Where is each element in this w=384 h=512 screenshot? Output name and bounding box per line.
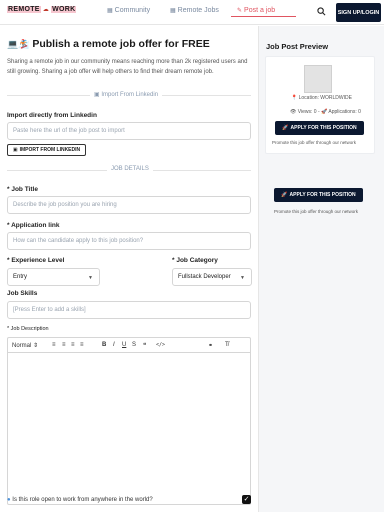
applications-count: Applications: 0 <box>328 109 361 115</box>
chevron-down-icon: ▼ <box>240 275 245 281</box>
bold-icon[interactable]: B <box>102 342 106 348</box>
job-description-label: * Job Description <box>7 326 49 332</box>
post-job-form: 💻🏂 Publish a remote job offer for FREE S… <box>0 26 258 512</box>
import-linkedin-label: IMPORT FROM LINKEDIN <box>19 147 81 153</box>
stats-row: 👁 Views: 0 - 🚀 Applications: 0 <box>290 109 361 115</box>
remote-question-text: Is this role open to work from anywhere … <box>12 497 153 503</box>
preview-card: 📍 Location: WORLDWIDE 👁 Views: 0 - 🚀 App… <box>265 56 375 154</box>
logo-text-left: REMOTE <box>7 6 41 13</box>
application-link-label: * Application link <box>7 222 60 229</box>
rocket-icon: 🚀 <box>282 125 289 131</box>
remote-anywhere-checkbox[interactable]: ✓ <box>242 495 251 504</box>
eye-icon: 👁 <box>290 109 297 115</box>
rocket-icon: 🚀 <box>281 192 288 198</box>
nav-link-community-label: Community <box>114 7 151 14</box>
job-category-label: * Job Category <box>172 257 218 264</box>
location-pin-icon: 📍 <box>291 95 298 101</box>
import-label: Import directly from Linkedin <box>7 112 97 119</box>
nav-link-remote-jobs[interactable]: ▦ Remote Jobs <box>170 7 219 14</box>
blockquote-icon[interactable]: ❝ <box>143 342 146 349</box>
job-category-select[interactable]: Fullstack Developer ▼ <box>172 268 252 286</box>
nav-link-post-job-label: Post a job <box>244 7 276 14</box>
clear-format-icon[interactable]: T̸ <box>225 342 229 348</box>
experience-level-select[interactable]: Entry ▼ <box>7 268 100 286</box>
jobs-icon: ▦ <box>170 8 176 14</box>
application-link-input[interactable]: How can the candidate apply to this job … <box>7 232 251 250</box>
code-icon[interactable]: </> <box>156 342 165 348</box>
text-style-select[interactable]: Normal ⇕ <box>12 342 38 349</box>
align-left-icon[interactable]: ≡ <box>52 342 56 348</box>
editor-toolbar: Normal ⇕ ≡ ≡ ≡ ≡ B I U S ❝ </> ⚭ T̸ <box>8 338 250 353</box>
preview-title: Job Post Preview <box>266 42 329 51</box>
underline-icon[interactable]: U <box>122 342 126 348</box>
align-center-icon[interactable]: ≡ <box>62 342 66 348</box>
location-text: Location: WORLDWIDE <box>298 95 352 101</box>
application-link-placeholder: How can the candidate apply to this job … <box>13 238 144 244</box>
job-skills-input[interactable]: [Press Enter to add a skills] <box>7 301 251 319</box>
text-style-value: Normal <box>12 343 32 349</box>
nav-link-post-job[interactable]: ✎ Post a job <box>237 7 275 14</box>
apply-button-label: APPLY FOR THIS POSITION <box>289 192 356 198</box>
link-icon[interactable]: ⚭ <box>208 342 213 349</box>
logo-cloud-icon: ☁ <box>42 7 50 13</box>
job-skills-label: Job Skills <box>7 290 38 297</box>
signup-login-button[interactable]: SIGN UP/LOGIN <box>336 3 381 22</box>
views-count: Views: 0 <box>297 109 317 115</box>
import-divider-text: Import From Linkedin <box>101 92 159 98</box>
post-icon: ✎ <box>237 8 243 14</box>
active-tab-underline <box>231 16 296 17</box>
align-justify-icon[interactable]: ≡ <box>80 342 84 348</box>
page-title-text: Publish a remote job offer for FREE <box>32 38 210 50</box>
search-icon[interactable] <box>317 7 326 16</box>
location-row: 📍 Location: WORLDWIDE <box>291 95 352 101</box>
rocket-icon: 🚀 <box>321 109 328 115</box>
experience-level-label: * Experience Level <box>7 257 65 264</box>
logo-text-right: WORK <box>51 6 77 13</box>
nav-link-community[interactable]: ▦ Community <box>107 7 150 14</box>
job-title-placeholder: Describe the job position you are hiring <box>13 202 117 208</box>
job-details-divider: JOB DETAILS <box>107 166 153 172</box>
job-title-label: * Job Title <box>7 186 38 193</box>
remote-anywhere-row: ● Is this role open to work from anywher… <box>7 493 251 509</box>
job-title-input[interactable]: Describe the job position you are hiring <box>7 196 251 214</box>
logo[interactable]: REMOTE ☁ WORK <box>7 6 77 13</box>
import-linkedin-button[interactable]: ▣ IMPORT FROM LINKEDIN <box>7 144 86 156</box>
company-logo-placeholder <box>304 65 332 93</box>
page-title: 💻🏂 Publish a remote job offer for FREE <box>7 38 210 50</box>
apply-button[interactable]: 🚀 APPLY FOR THIS POSITION <box>274 188 363 202</box>
community-icon: ▦ <box>107 8 113 14</box>
linkedin-url-input[interactable]: Paste here the url of the job post to im… <box>7 122 251 140</box>
linkedin-url-placeholder: Paste here the url of the job post to im… <box>13 128 125 134</box>
top-nav: REMOTE ☁ WORK ▦ Community ▦ Remote Jobs ✎ Pos… <box>0 0 384 25</box>
experience-level-value: Entry <box>13 274 28 280</box>
strikethrough-icon[interactable]: S <box>132 342 136 348</box>
import-icon: ▣ <box>12 147 18 153</box>
italic-icon[interactable]: I <box>113 342 115 348</box>
import-divider-label: ▣ Import From Linkedin <box>90 91 163 98</box>
title-emoji: 💻🏂 <box>7 39 30 49</box>
job-skills-placeholder: [Press Enter to add a skills] <box>13 307 86 313</box>
intro-text: Sharing a remote job in our community me… <box>7 59 248 75</box>
job-preview-sidebar: Job Post Preview 📍 Location: WORLDWIDE 👁… <box>258 26 384 512</box>
apply-button-preview[interactable]: 🚀 APPLY FOR THIS POSITION <box>275 121 364 135</box>
nav-link-remote-jobs-label: Remote Jobs <box>177 7 219 14</box>
remote-question: ● Is this role open to work from anywher… <box>7 497 153 503</box>
promote-text: Promote this job offer through our netwo… <box>274 209 358 214</box>
chevron-down-icon: ▼ <box>88 275 93 281</box>
globe-icon: ● <box>7 497 11 503</box>
linkedin-icon: ▣ <box>94 92 100 98</box>
job-category-value: Fullstack Developer <box>178 274 231 280</box>
apply-button-label: APPLY FOR THIS POSITION <box>290 125 357 131</box>
align-right-icon[interactable]: ≡ <box>71 342 75 348</box>
job-description-editor[interactable]: Normal ⇕ ≡ ≡ ≡ ≡ B I U S ❝ </> ⚭ T̸ <box>7 337 251 505</box>
promote-text: Promote this job offer through our netwo… <box>272 140 356 145</box>
